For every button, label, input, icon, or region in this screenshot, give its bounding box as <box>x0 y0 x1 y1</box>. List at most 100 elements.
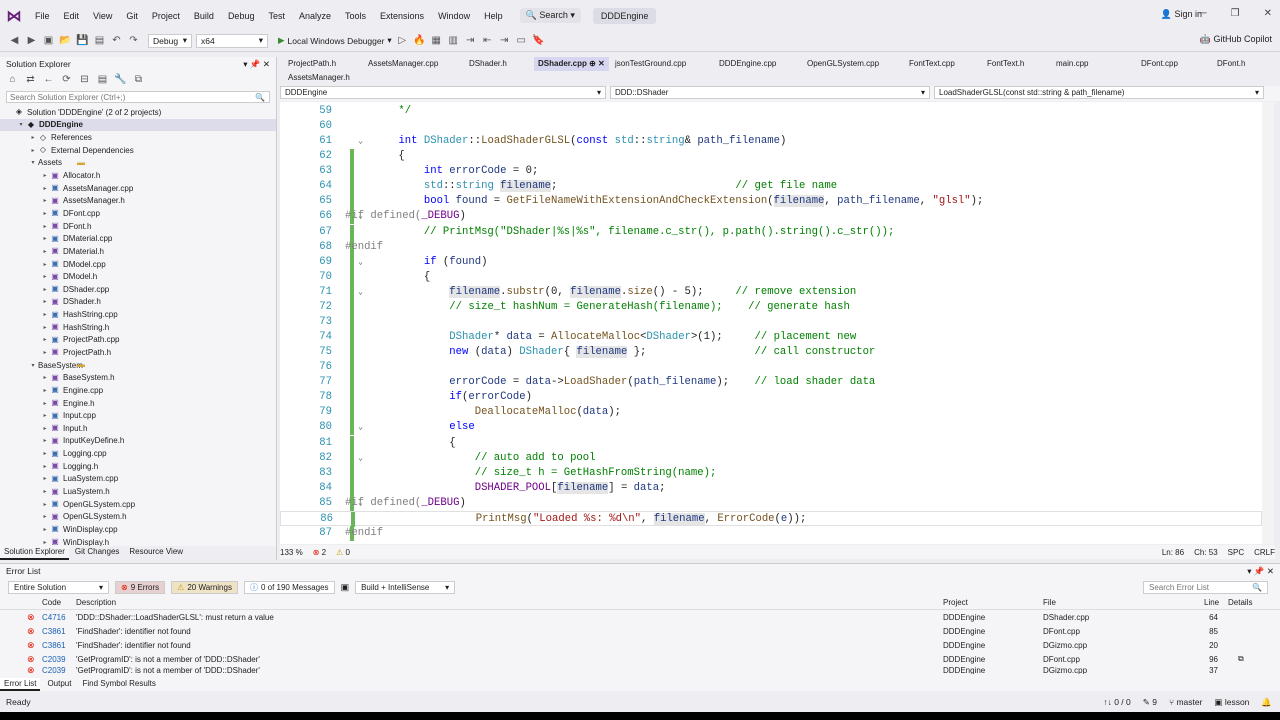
config-select[interactable]: Debug ▾ <box>148 33 192 48</box>
sync-icon[interactable]: ⟳ <box>60 73 73 86</box>
code-line[interactable]: 76 <box>280 360 1262 376</box>
expand-toggle-icon[interactable]: ▸ <box>40 437 50 444</box>
fold-toggle-icon[interactable]: ⌄ <box>356 420 365 435</box>
expand-toggle-icon[interactable]: ▾ <box>16 121 26 128</box>
code-line[interactable]: 79 DeallocateMalloc(data); <box>280 405 1262 421</box>
document-tab[interactable]: main.cpp <box>1052 57 1092 71</box>
tree-item[interactable]: ▸ ▣ OpenGLSystem.cpp <box>0 498 276 511</box>
expand-toggle-icon[interactable]: ▸ <box>40 336 50 343</box>
code-line[interactable]: 59 */ <box>280 104 1262 119</box>
menu-item[interactable]: View <box>86 11 119 21</box>
error-row[interactable]: ⊗ C4716 'DDD::DShader::LoadShaderGLSL': mu… <box>0 610 1280 624</box>
document-tab[interactable]: DDDEngine.cpp <box>715 57 780 71</box>
tree-item[interactable]: ▸ ▣ Engine.cpp <box>0 384 276 397</box>
browse-icon[interactable]: ▦ <box>430 34 443 47</box>
panel-tab[interactable]: Solution Explorer <box>0 546 69 560</box>
forward-icon[interactable]: ▶ <box>25 34 38 47</box>
tree-item[interactable]: ▸ ▣ Logging.cpp <box>0 447 276 460</box>
editor-scrollbar[interactable] <box>1262 102 1274 544</box>
code-line[interactable]: 81 { <box>280 435 1262 451</box>
tree-item[interactable]: ▸ ▣ DMaterial.h <box>0 245 276 258</box>
code-line[interactable]: 84 DSHADER_POOL[filename] = data; <box>280 480 1262 496</box>
expand-toggle-icon[interactable]: ▸ <box>40 374 50 381</box>
expand-toggle-icon[interactable]: ▸ <box>40 324 50 331</box>
menu-item[interactable]: Window <box>431 11 477 21</box>
expand-toggle-icon[interactable]: ▸ <box>40 425 50 432</box>
tree-item[interactable]: ▸ ▣ DMaterial.cpp <box>0 232 276 245</box>
details-icon[interactable]: ⧉ <box>1238 654 1244 664</box>
document-tab[interactable]: jsonTestGround.cpp <box>611 57 690 71</box>
expand-toggle-icon[interactable]: ▸ <box>40 488 50 495</box>
close-tab-icon[interactable]: ⊕ ✕ <box>587 59 605 68</box>
expand-toggle-icon[interactable]: ▾ <box>28 362 38 369</box>
code-line[interactable]: 68 #endif <box>280 239 1262 255</box>
tree-item[interactable]: ▸ ▣ OpenGLSystem.h <box>0 511 276 524</box>
save-icon[interactable]: 💾 <box>76 34 89 47</box>
start-without-debug-icon[interactable]: ▷ <box>396 34 409 47</box>
tree-item[interactable]: ◈ Solution 'DDDEngine' (2 of 2 projects) <box>0 106 276 119</box>
expand-toggle-icon[interactable]: ▸ <box>40 501 50 508</box>
menu-item[interactable]: Test <box>261 11 292 21</box>
errors-indicator[interactable]: ⊗ 2 <box>313 548 326 557</box>
code-line[interactable]: 87 #endif <box>280 525 1262 541</box>
panel-tab[interactable]: Find Symbol Results <box>78 678 159 691</box>
tree-item[interactable]: ▸ ▣ Input.h <box>0 422 276 435</box>
errors-filter-button[interactable]: ⊗ 9 Errors <box>115 580 166 594</box>
tree-item[interactable]: ▸ ▣ InputKeyDefine.h <box>0 435 276 448</box>
properties-icon[interactable]: 🔧 <box>114 73 127 86</box>
branch-indicator[interactable]: ⑂ master <box>1169 697 1202 707</box>
expand-toggle-icon[interactable]: ▸ <box>40 450 50 457</box>
expand-toggle-icon[interactable]: ▸ <box>40 172 50 179</box>
tree-item[interactable]: ▸ ◇ References <box>0 131 276 144</box>
document-tab[interactable]: AssetsManager.h <box>284 71 354 85</box>
expand-toggle-icon[interactable]: ▸ <box>40 223 50 230</box>
tree-item[interactable]: ▸ ▣ ProjectPath.cpp <box>0 334 276 347</box>
panel-tab[interactable]: Output <box>43 678 75 691</box>
tree-item[interactable]: ▸ ▣ AssetsManager.h <box>0 194 276 207</box>
code-line[interactable]: 75 new (data) DShader{ filename }; // ca… <box>280 345 1262 361</box>
expand-toggle-icon[interactable]: ▸ <box>40 475 50 482</box>
tree-item[interactable]: ▸ ◇ External Dependencies <box>0 144 276 157</box>
document-tab[interactable]: AssetsManager.cpp <box>364 57 442 71</box>
collapse-icon[interactable]: ⊟ <box>78 73 91 86</box>
switch-views-icon[interactable]: ⇄ <box>24 73 37 86</box>
platform-select[interactable]: x64 ▾ <box>196 33 268 48</box>
open-icon[interactable]: 📂 <box>59 34 72 47</box>
scope-nav-select[interactable]: DDD::DShader ▾ <box>610 86 930 99</box>
whitespace-mode[interactable]: SPC <box>1228 548 1244 557</box>
error-row[interactable]: ⊗ C2039 'GetProgramID': is not a member of… <box>0 652 1280 666</box>
code-line[interactable]: 85 ⌄ #if defined(_DEBUG) <box>280 495 1262 511</box>
warnings-filter-button[interactable]: ⚠ 20 Warnings <box>171 580 238 594</box>
tree-item[interactable]: ▸ ▣ BaseSystem.h <box>0 371 276 384</box>
bookmark-icon[interactable]: 🔖 <box>532 34 545 47</box>
error-code[interactable]: C2039 <box>42 655 66 664</box>
expand-toggle-icon[interactable]: ▸ <box>40 513 50 520</box>
tree-item[interactable]: ▸ ▣ DFont.h <box>0 220 276 233</box>
tree-item[interactable]: ▸ ▣ DFont.cpp <box>0 207 276 220</box>
column-header[interactable]: Details <box>1228 598 1252 607</box>
code-line[interactable]: 77 errorCode = data->LoadShader(path_fil… <box>280 375 1262 391</box>
code-line[interactable]: 74 DShader* data = AllocateMalloc<DShade… <box>280 330 1262 346</box>
code-line[interactable]: 63 int errorCode = 0; <box>280 164 1262 180</box>
indent-icon[interactable]: ⇤ <box>481 34 494 47</box>
panel-tab[interactable]: Error List <box>0 678 41 691</box>
column-header[interactable]: Line <box>1204 598 1219 607</box>
hot-reload-icon[interactable]: 🔥 <box>413 34 426 47</box>
comment-icon[interactable]: ▭ <box>515 34 528 47</box>
error-code[interactable]: C4716 <box>42 613 66 622</box>
expand-toggle-icon[interactable]: ▸ <box>40 286 50 293</box>
menu-item[interactable]: Analyze <box>292 11 338 21</box>
scope-select[interactable]: Entire Solution ▾ <box>8 580 109 594</box>
expand-toggle-icon[interactable]: ▸ <box>28 134 38 141</box>
expand-toggle-icon[interactable]: ▸ <box>40 349 50 356</box>
menu-item[interactable]: Git <box>119 11 145 21</box>
expand-toggle-icon[interactable]: ▾ <box>28 159 38 166</box>
warnings-indicator[interactable]: ⚠ 0 <box>336 548 350 557</box>
error-code[interactable]: C2039 <box>42 666 66 674</box>
member-nav-select[interactable]: LoadShaderGLSL(const std::string & path_… <box>934 86 1264 99</box>
redo-icon[interactable]: ↷ <box>127 34 140 47</box>
tree-item[interactable]: ▾ ◆ DDDEngine <box>0 118 276 132</box>
code-line[interactable]: 83 // size_t h = GetHashFromString(name)… <box>280 465 1262 481</box>
code-line[interactable]: 78 if(errorCode) <box>280 390 1262 406</box>
expand-toggle-icon[interactable]: ▸ <box>40 235 50 242</box>
